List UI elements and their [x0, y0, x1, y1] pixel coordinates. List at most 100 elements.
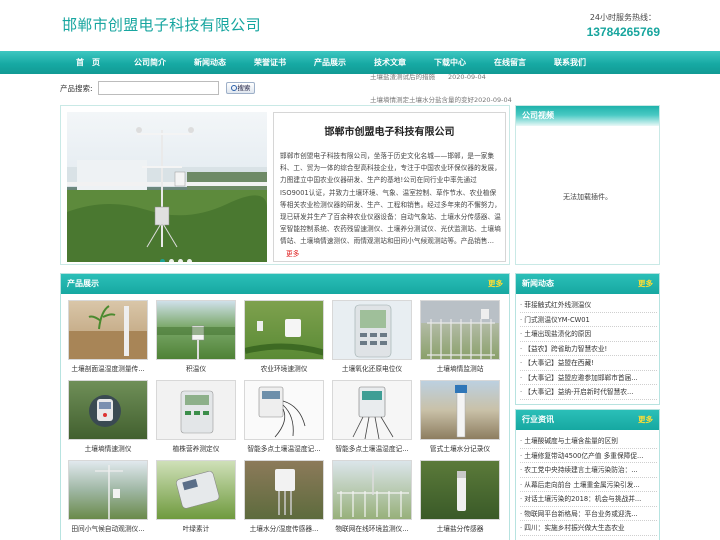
news-panel-title: 新闻动态: [522, 279, 554, 288]
search-input[interactable]: [98, 81, 219, 95]
product-image[interactable]: [420, 300, 500, 360]
slider-dot[interactable]: [169, 259, 174, 262]
slider-dot[interactable]: [187, 259, 192, 262]
news-ticker-item[interactable]: 土壤盐渣测试后的措施 2020-09-04: [370, 71, 486, 81]
product-item[interactable]: 积温仪: [156, 300, 236, 373]
product-name[interactable]: 土壤墒情监测站: [420, 363, 500, 373]
product-more-link[interactable]: 更多: [488, 274, 503, 294]
product-item[interactable]: 植株营养测定仪: [156, 380, 236, 453]
product-name[interactable]: 智能多点土壤温湿度记...: [332, 443, 412, 453]
news-ticker-item[interactable]: 土壤墒情测定土壤水分盐含量的变好2020-09-04: [370, 94, 512, 104]
nav-products[interactable]: 产品展示: [303, 51, 357, 74]
product-item[interactable]: 叶绿素计: [156, 460, 236, 533]
product-image[interactable]: [68, 300, 148, 360]
video-panel-header: 公司视频: [516, 106, 659, 126]
product-item[interactable]: 田间小气候自动观测仪...: [68, 460, 148, 533]
soil-moisture-sensor-image: [275, 469, 295, 515]
product-item[interactable]: 管式土壤水分记录仪: [420, 380, 500, 453]
list-item[interactable]: 菲接触式红外线测温仪: [520, 298, 657, 313]
soil-moisture-tester-image: [89, 395, 121, 427]
product-image[interactable]: [244, 300, 324, 360]
list-item[interactable]: 从幕后走向前台 土壤重金属污染引发...: [520, 478, 657, 492]
list-item[interactable]: 对话土壤污染的2018：机会与挑战并...: [520, 492, 657, 507]
list-item[interactable]: 【大事记】益盟应邀参加邯郸市首届...: [520, 371, 657, 385]
product-image[interactable]: [332, 300, 412, 360]
list-item[interactable]: 土壤酸碱度与土壤含盐量的区别: [520, 434, 657, 449]
product-item[interactable]: 物联网在线环境监测仪...: [332, 460, 412, 533]
product-item[interactable]: 土壤剖面温湿度测量传...: [68, 300, 148, 373]
product-item[interactable]: 土壤氧化还原电位仪: [332, 300, 412, 373]
site-title[interactable]: 邯郸市创盟电子科技有限公司: [62, 14, 261, 35]
product-name[interactable]: 土壤剖面温湿度测量传...: [68, 363, 148, 373]
product-image[interactable]: [244, 460, 324, 520]
product-panel-header: 产品展示 更多: [61, 274, 509, 294]
product-item[interactable]: 土壤盐分传感器: [420, 460, 500, 533]
company-name: 邯郸市创盟电子科技有限公司: [324, 127, 455, 138]
intro-photo[interactable]: [67, 112, 267, 262]
product-image[interactable]: [156, 460, 236, 520]
nav-honors[interactable]: 荣誉证书: [243, 51, 297, 74]
list-item[interactable]: 门式测温仪YM-CW01: [520, 313, 657, 327]
product-image[interactable]: [68, 460, 148, 520]
slider-dot[interactable]: [160, 259, 165, 262]
product-item[interactable]: 农业环境速测仪: [244, 300, 324, 373]
list-item[interactable]: 土壤修复带动4500亿产值 多重保障促...: [520, 449, 657, 463]
nav-home[interactable]: 首 页: [62, 51, 114, 74]
industry-panel: 行业资讯 更多 土壤酸碱度与土壤含盐量的区别 土壤修复带动4500亿产值 多重保…: [515, 409, 660, 540]
product-image[interactable]: [156, 300, 236, 360]
list-item[interactable]: 土壤出现盐渍化的原因: [520, 327, 657, 342]
product-image[interactable]: [156, 380, 236, 440]
product-name[interactable]: 土壤氧化还原电位仪: [332, 363, 412, 373]
product-item[interactable]: 土壤墒情监测站: [420, 300, 500, 373]
product-name[interactable]: 物联网在线环境监测仪...: [332, 523, 412, 533]
news-more-link[interactable]: 更多: [638, 274, 653, 294]
product-name[interactable]: 农业环境速测仪: [244, 363, 324, 373]
company-description-text: 邯郸市创盟电子科技有限公司，坐落于历史文化名城——邯郸，是一家集科、工、贸为一体…: [280, 152, 501, 246]
product-name[interactable]: 植株营养测定仪: [156, 443, 236, 453]
field-microclimate-station-image: [95, 465, 123, 519]
product-panel: 产品展示 更多 土壤剖面温湿度测量传... 积温仪 农业环境速测仪 土壤氧化还原…: [60, 273, 510, 540]
list-item[interactable]: 物联网平台新格局：平台业务或迎洗...: [520, 507, 657, 521]
list-item[interactable]: 四川：实施乡村振兴做大生态农业: [520, 521, 657, 536]
nav-news[interactable]: 新闻动态: [183, 51, 237, 74]
list-item[interactable]: 【大事记】益纳-开启新时代智慧农...: [520, 385, 657, 400]
list-item[interactable]: 【益农】跨省助力智慧农业!: [520, 342, 657, 356]
list-item[interactable]: 农工党中央持续建言土壤污染防治：...: [520, 463, 657, 478]
product-name[interactable]: 智能多点土壤温湿度记...: [244, 443, 324, 453]
search-button[interactable]: 搜索: [226, 82, 255, 94]
product-name[interactable]: 田间小气候自动观测仪...: [68, 523, 148, 533]
product-image[interactable]: [332, 460, 412, 520]
industry-panel-title: 行业资讯: [522, 415, 554, 424]
search-button-label: 搜索: [237, 84, 251, 92]
product-name[interactable]: 管式土壤水分记录仪: [420, 443, 500, 453]
soil-salinity-sensor-image: [457, 471, 466, 511]
product-image[interactable]: [420, 380, 500, 440]
iot-monitoring-station-image: [337, 465, 409, 517]
product-image[interactable]: [332, 380, 412, 440]
product-item[interactable]: 智能多点土壤温湿度记...: [244, 380, 324, 453]
product-image[interactable]: [420, 460, 500, 520]
hotline-number: 13784265769: [586, 25, 660, 39]
product-name[interactable]: 积温仪: [156, 363, 236, 373]
product-item[interactable]: 土壤墒情速测仪: [68, 380, 148, 453]
product-item[interactable]: 智能多点土壤温湿度记...: [332, 380, 412, 453]
product-image[interactable]: [244, 380, 324, 440]
slider-dot[interactable]: [178, 259, 183, 262]
product-name[interactable]: 土壤水分/湿度传感器...: [244, 523, 324, 533]
list-item[interactable]: 【大事记】益盟在西藏!: [520, 356, 657, 371]
soil-profile-sensor-image: [69, 305, 147, 359]
product-name[interactable]: 叶绿素计: [156, 523, 236, 533]
industry-more-link[interactable]: 更多: [638, 410, 653, 430]
nav-about[interactable]: 公司简介: [123, 51, 177, 74]
intro-more-link[interactable]: 更多: [286, 250, 299, 258]
nav-contact[interactable]: 联系我们: [543, 51, 597, 74]
product-image[interactable]: [68, 380, 148, 440]
product-name[interactable]: 土壤盐分传感器: [420, 523, 500, 533]
company-description: 邯郸市创盟电子科技有限公司，坐落于历史文化名城——邯郸，是一家集科、工、贸为一体…: [280, 150, 502, 260]
environment-tester-image: [245, 319, 323, 356]
product-panel-title: 产品展示: [67, 279, 99, 288]
news-list: 菲接触式红外线测温仪 门式测温仪YM-CW01 土壤出现盐渍化的原因 【益农】跨…: [520, 298, 657, 400]
product-item[interactable]: 土壤水分/湿度传感器...: [244, 460, 324, 533]
product-name[interactable]: 土壤墒情速测仪: [68, 443, 148, 453]
nav-message[interactable]: 在线留言: [483, 51, 537, 74]
